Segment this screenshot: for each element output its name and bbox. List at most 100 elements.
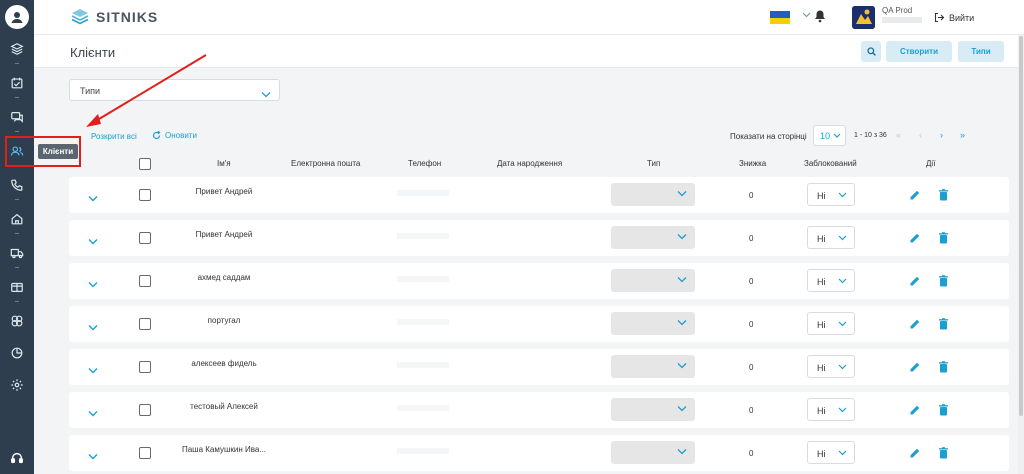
- settings-icon[interactable]: [0, 373, 34, 397]
- delete-icon[interactable]: [938, 360, 949, 378]
- table-row[interactable]: тестовый Алексей 0 Ні: [69, 392, 1009, 428]
- client-type-select[interactable]: [611, 226, 695, 249]
- client-blocked-select[interactable]: Ні: [807, 441, 855, 464]
- logout-icon: [934, 12, 945, 23]
- client-type-select[interactable]: [611, 398, 695, 421]
- edit-icon[interactable]: [909, 274, 921, 292]
- client-name: Привет Андрей: [195, 230, 253, 239]
- client-name: португал: [207, 316, 241, 325]
- delete-icon[interactable]: [938, 317, 949, 335]
- client-discount: 0: [749, 363, 754, 372]
- select-all-checkbox[interactable]: [139, 158, 151, 170]
- client-type-select[interactable]: [611, 269, 695, 292]
- column-actions: Дії: [926, 159, 936, 168]
- table-row[interactable]: алексеев фидель 0 Ні: [69, 349, 1009, 385]
- table-row[interactable]: ахмед саддам 0 Ні: [69, 263, 1009, 299]
- per-page-select[interactable]: 10: [813, 125, 846, 146]
- search-button[interactable]: [861, 41, 881, 62]
- pagination-range: 1 - 10 з 36: [854, 132, 887, 139]
- types-filter-select[interactable]: Типи: [69, 79, 280, 101]
- integrations-icon[interactable]: [0, 309, 34, 333]
- client-name: алексеев фидель: [191, 359, 257, 368]
- blocked-value: Ні: [817, 234, 826, 244]
- delete-icon[interactable]: [938, 446, 949, 464]
- table-row[interactable]: португал 0 Ні: [69, 306, 1009, 342]
- language-flag-icon[interactable]: [770, 11, 790, 24]
- row-checkbox[interactable]: [139, 275, 151, 287]
- edit-icon[interactable]: [909, 446, 921, 464]
- edit-icon[interactable]: [909, 231, 921, 249]
- profile-avatar-icon[interactable]: [5, 5, 29, 29]
- row-checkbox[interactable]: [139, 447, 151, 459]
- blocked-value: Ні: [817, 449, 826, 459]
- row-checkbox[interactable]: [139, 318, 151, 330]
- phone-icon[interactable]: [0, 173, 34, 197]
- expand-row-icon[interactable]: [88, 232, 98, 250]
- logout-button[interactable]: Вийти: [934, 12, 974, 23]
- delete-icon[interactable]: [938, 188, 949, 206]
- client-blocked-select[interactable]: Ні: [807, 226, 855, 249]
- headset-icon[interactable]: [0, 446, 34, 470]
- edit-icon[interactable]: [909, 403, 921, 421]
- column-birthday: Дата народження: [497, 159, 563, 168]
- client-phone-placeholder: [397, 405, 449, 411]
- expand-row-icon[interactable]: [88, 189, 98, 207]
- expand-all-link[interactable]: Розкрити всі: [91, 132, 137, 141]
- calendar-icon[interactable]: [0, 71, 34, 95]
- next-page-icon[interactable]: ›: [940, 130, 943, 140]
- client-blocked-select[interactable]: Ні: [807, 355, 855, 378]
- edit-icon[interactable]: [909, 360, 921, 378]
- client-blocked-select[interactable]: Ні: [807, 269, 855, 292]
- delete-icon[interactable]: [938, 403, 949, 421]
- client-blocked-select[interactable]: Ні: [807, 312, 855, 335]
- chat-icon[interactable]: [0, 105, 34, 129]
- box-icon[interactable]: [0, 275, 34, 299]
- client-type-select[interactable]: [611, 441, 695, 464]
- truck-icon[interactable]: [0, 241, 34, 265]
- page-header: Клієнти Створити Типи: [34, 35, 1024, 68]
- first-page-icon[interactable]: «: [896, 130, 901, 140]
- layers-icon[interactable]: [0, 37, 34, 61]
- scrollbar-thumb[interactable]: [1019, 36, 1023, 416]
- client-type-select[interactable]: [611, 312, 695, 335]
- row-checkbox[interactable]: [139, 361, 151, 373]
- blocked-value: Ні: [817, 191, 826, 201]
- table-row[interactable]: Привет Андрей 0 Ні: [69, 220, 1009, 256]
- row-checkbox[interactable]: [139, 232, 151, 244]
- row-checkbox[interactable]: [139, 404, 151, 416]
- delete-icon[interactable]: [938, 274, 949, 292]
- search-icon: [866, 47, 876, 56]
- bell-icon[interactable]: [814, 9, 826, 28]
- table-row[interactable]: Паша Камушкин Ива... 0 Ні: [69, 435, 1009, 471]
- client-discount: 0: [749, 191, 754, 200]
- types-filter-label: Типи: [80, 86, 101, 96]
- expand-row-icon[interactable]: [88, 275, 98, 293]
- expand-row-icon[interactable]: [88, 361, 98, 379]
- client-blocked-select[interactable]: Ні: [807, 183, 855, 206]
- table-row[interactable]: Привет Андрей 0 Ні: [69, 177, 1009, 213]
- blocked-value: Ні: [817, 406, 826, 416]
- column-phone: Телефон: [408, 159, 442, 168]
- chart-icon[interactable]: [0, 341, 34, 365]
- blocked-value: Ні: [817, 363, 826, 373]
- chevron-down-icon[interactable]: [802, 10, 811, 20]
- row-checkbox[interactable]: [139, 189, 151, 201]
- delete-icon[interactable]: [938, 231, 949, 249]
- edit-icon[interactable]: [909, 188, 921, 206]
- edit-icon[interactable]: [909, 317, 921, 335]
- create-button[interactable]: Створити: [886, 41, 952, 62]
- brand-logo[interactable]: SITNIKS: [70, 8, 158, 26]
- types-button[interactable]: Типи: [958, 41, 1004, 62]
- sidebar-tooltip: Клієнти: [38, 144, 78, 159]
- expand-row-icon[interactable]: [88, 404, 98, 422]
- client-type-select[interactable]: [611, 183, 695, 206]
- prev-page-icon[interactable]: ‹: [919, 130, 922, 140]
- expand-row-icon[interactable]: [88, 318, 98, 336]
- home-icon[interactable]: [0, 207, 34, 231]
- client-blocked-select[interactable]: Ні: [807, 398, 855, 421]
- expand-row-icon[interactable]: [88, 447, 98, 465]
- refresh-button[interactable]: Оновити: [152, 131, 197, 140]
- client-type-select[interactable]: [611, 355, 695, 378]
- last-page-icon[interactable]: »: [960, 130, 965, 140]
- user-avatar[interactable]: [852, 6, 875, 29]
